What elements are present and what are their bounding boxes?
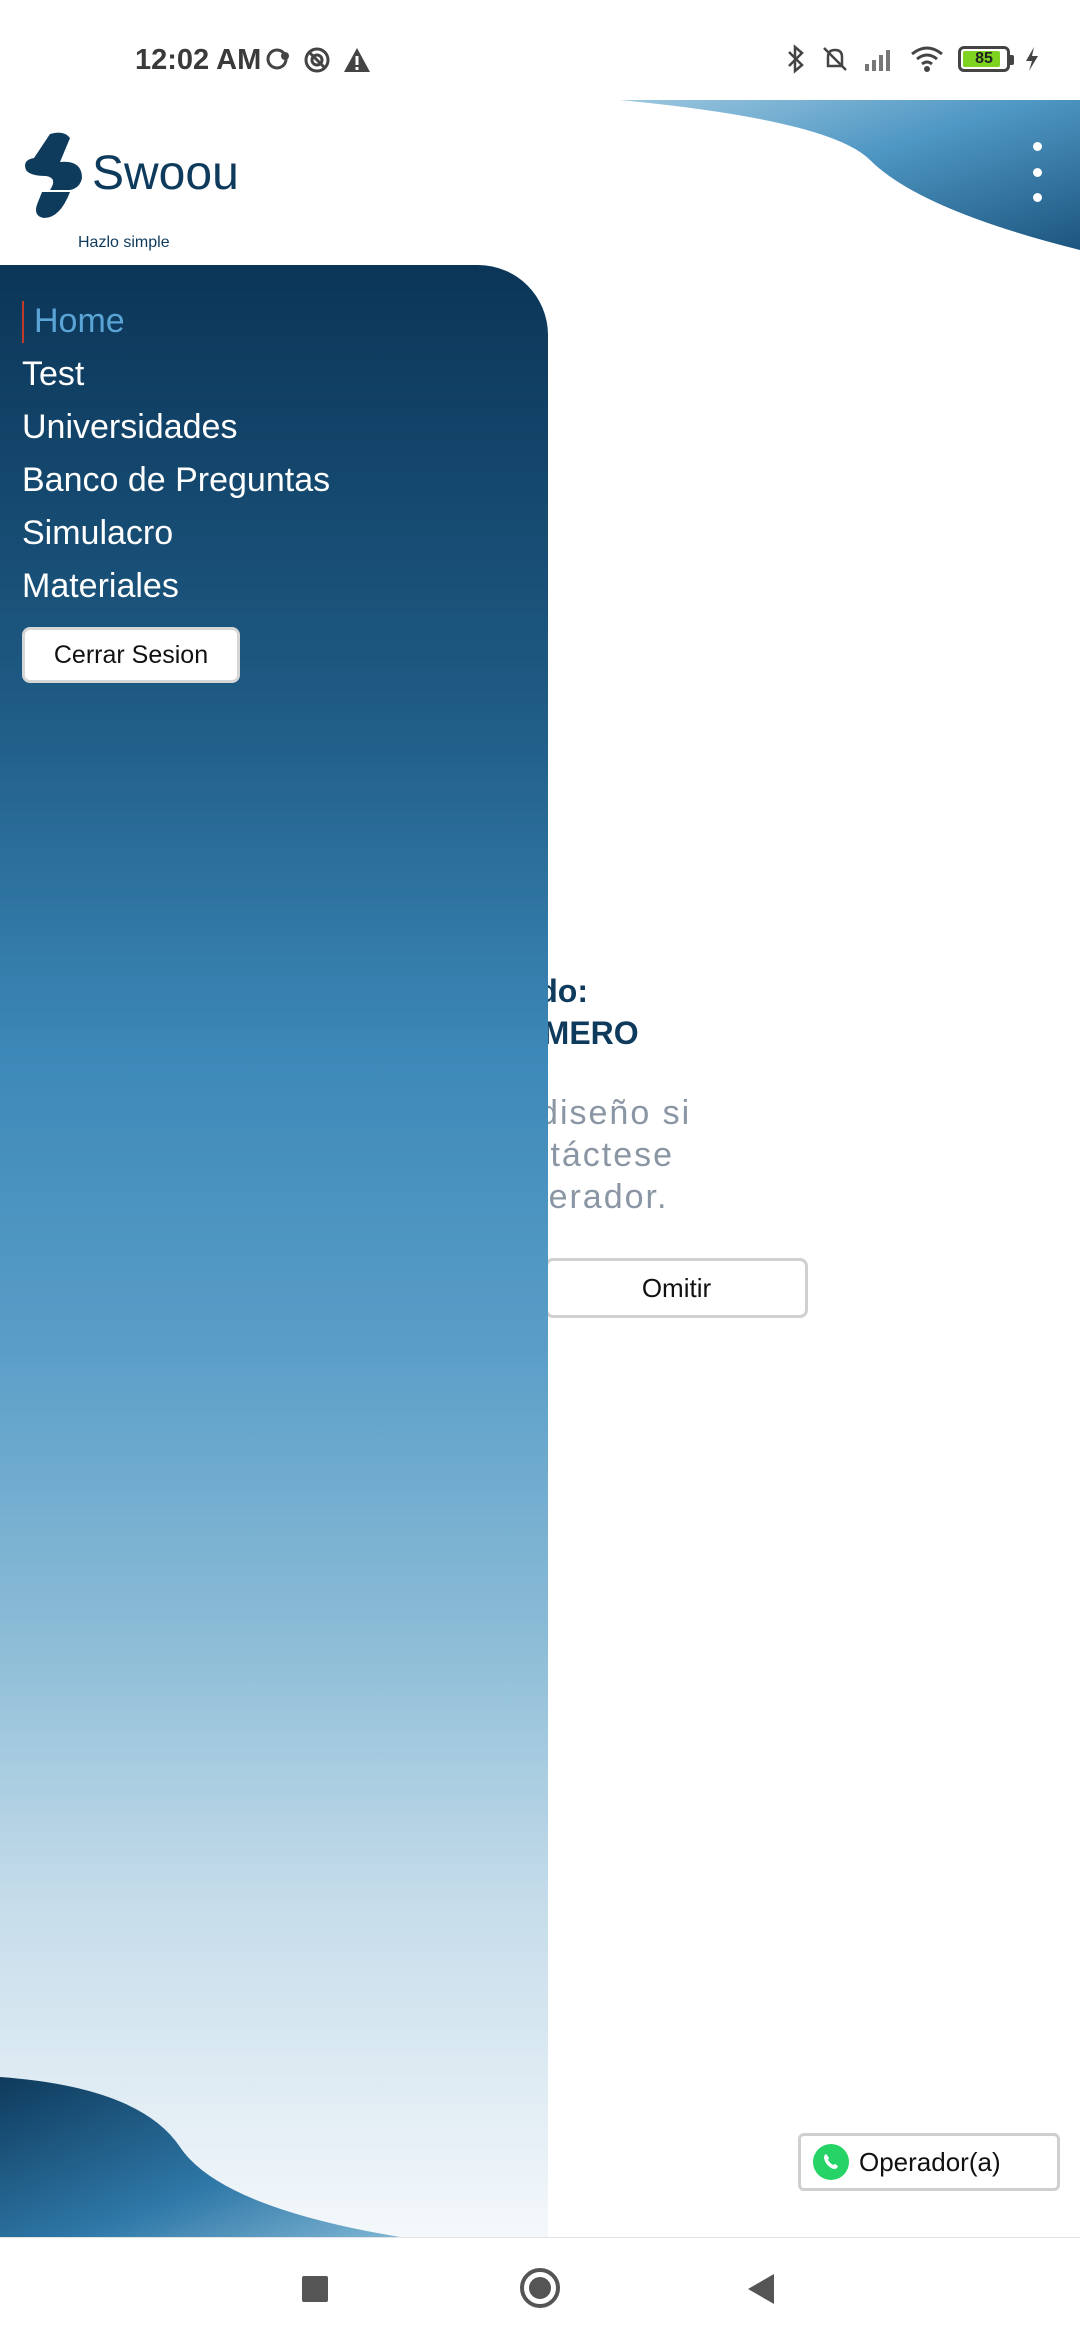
status-time: 12:02 AM xyxy=(135,44,262,76)
back-button[interactable] xyxy=(748,2274,774,2304)
drawer-nav: Home Test Universidades Banco de Pregunt… xyxy=(22,295,330,613)
silent-icon xyxy=(823,47,847,71)
brand-name: Swoou xyxy=(92,147,239,200)
header-wave-decoration xyxy=(620,100,1080,250)
side-drawer: Home Test Universidades Banco de Pregunt… xyxy=(0,265,548,2237)
signal-icon xyxy=(865,50,890,71)
kebab-dot xyxy=(1032,193,1042,202)
app-header: Swoou Hazlo simple xyxy=(0,100,1080,265)
battery-icon: 85 xyxy=(958,46,1014,72)
warning-icon xyxy=(344,48,370,72)
status-left-icons xyxy=(265,46,371,74)
bluetooth-icon xyxy=(788,44,804,74)
kebab-dot xyxy=(1032,142,1042,151)
status-right-icons: 85 xyxy=(786,44,1040,74)
home-dot xyxy=(529,2277,551,2299)
kebab-menu-icon[interactable] xyxy=(1022,142,1052,202)
drawer-wave-decoration xyxy=(0,2077,400,2237)
charging-icon xyxy=(1026,47,1038,71)
nav-item-materiales[interactable]: Materiales xyxy=(22,560,330,613)
omit-button[interactable]: Omitir xyxy=(545,1258,808,1318)
operator-label: Operador(a) xyxy=(859,2146,1001,2177)
brand-tagline: Hazlo simple xyxy=(78,234,170,251)
phone-icon xyxy=(824,2154,838,2169)
nav-item-banco-de-preguntas[interactable]: Banco de Preguntas xyxy=(22,454,330,507)
wifi-icon xyxy=(911,46,943,72)
logout-button[interactable]: Cerrar Sesion xyxy=(22,627,240,683)
kebab-dot xyxy=(1032,167,1042,177)
nav-item-test[interactable]: Test xyxy=(22,348,330,401)
battery-level: 85 xyxy=(975,50,993,67)
nav-item-simulacro[interactable]: Simulacro xyxy=(22,507,330,560)
swoou-logo-icon xyxy=(25,132,82,218)
status-bar: 12:02 AM 85 xyxy=(0,0,1080,100)
operator-whatsapp-button[interactable]: Operador(a) xyxy=(798,2133,1060,2191)
system-nav-bar xyxy=(0,2237,1080,2340)
whatsapp-icon xyxy=(813,2144,849,2180)
app-logo[interactable]: Swoou Hazlo simple xyxy=(20,130,239,251)
chat-bubble-icon xyxy=(266,48,289,70)
home-button[interactable] xyxy=(520,2268,560,2308)
focus-mode-icon xyxy=(304,47,330,73)
recents-button[interactable] xyxy=(302,2276,328,2302)
nav-item-universidades[interactable]: Universidades xyxy=(22,401,330,454)
nav-item-home[interactable]: Home xyxy=(22,295,330,348)
